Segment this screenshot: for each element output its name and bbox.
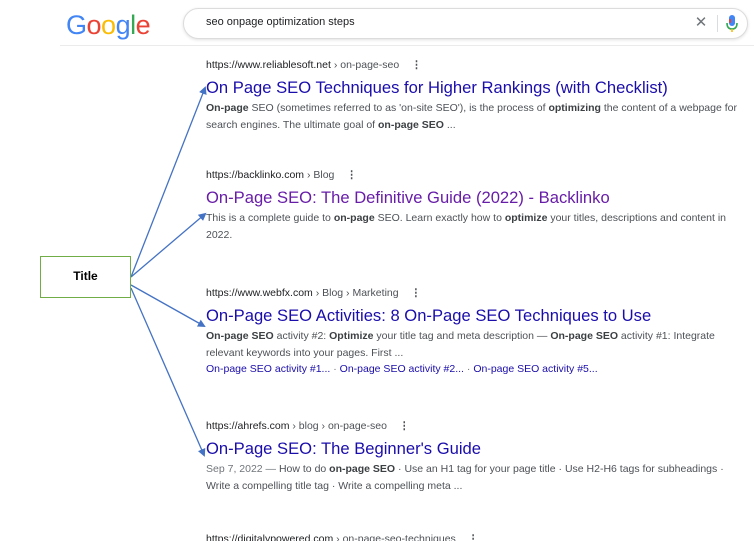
- result-url: https://www.reliablesoft.net: [206, 59, 331, 71]
- more-options-icon[interactable]: ⋮: [411, 57, 422, 73]
- result-snippet: This is a complete guide to on-page SEO.…: [206, 212, 727, 241]
- more-options-icon[interactable]: ⋮: [346, 167, 357, 183]
- result-cite: https://digitalypowered.com › on-page-se…: [206, 531, 746, 541]
- search-result: https://www.reliablesoft.net › on-page-s…: [206, 57, 746, 134]
- annotation-arrow: [130, 287, 206, 457]
- result-url: https://www.webfx.com: [206, 287, 313, 299]
- header-divider: [60, 45, 754, 46]
- search-result: https://backlinko.com › Blog ⋮ On-Page SE…: [206, 167, 746, 244]
- logo-letter: G: [66, 10, 87, 40]
- result-sitelinks: On-page SEO activity #1... · On-page SEO…: [206, 363, 598, 375]
- result-cite: https://www.reliablesoft.net › on-page-s…: [206, 57, 746, 73]
- more-options-icon[interactable]: ⋮: [411, 285, 422, 301]
- result-url: https://digitalypowered.com: [206, 533, 334, 541]
- result-snippet: Sep 7, 2022 — How to do on-page SEO · Us…: [206, 461, 746, 495]
- result-title-link[interactable]: On-Page SEO Activities: 8 On-Page SEO Te…: [206, 305, 746, 327]
- search-input[interactable]: [206, 16, 646, 28]
- sitelink[interactable]: On-page SEO activity #1...: [206, 363, 330, 375]
- result-breadcrumb: › blog › on-page-seo: [289, 420, 387, 432]
- more-options-icon[interactable]: ⋮: [468, 531, 479, 541]
- more-options-icon[interactable]: ⋮: [399, 418, 410, 434]
- logo-letter: e: [135, 10, 151, 40]
- result-url: https://ahrefs.com: [206, 420, 290, 432]
- search-results-page: Google ✕ https://www.reliablesoft.net › …: [0, 0, 754, 541]
- search-box[interactable]: ✕: [183, 8, 748, 39]
- sitelink[interactable]: On-page SEO activity #2...: [340, 363, 464, 375]
- logo-letter: o: [86, 10, 102, 40]
- result-breadcrumb: › Blog › Marketing: [312, 287, 399, 299]
- title-annotation-label: Title: [40, 256, 131, 298]
- result-breadcrumb: › on-page-seo-techniques: [333, 533, 456, 541]
- annotation-arrow: [130, 212, 207, 278]
- result-cite: https://www.webfx.com › Blog › Marketing…: [206, 285, 746, 301]
- result-cite: https://ahrefs.com › blog › on-page-seo ⋮: [206, 418, 746, 434]
- result-snippet: On-page SEO activity #2: Optimize your t…: [206, 330, 715, 359]
- result-breadcrumb: › on-page-seo: [330, 59, 400, 71]
- search-result: https://ahrefs.com › blog › on-page-seo ⋮…: [206, 418, 746, 495]
- search-result: https://digitalypowered.com › on-page-se…: [206, 531, 746, 541]
- search-divider: [717, 15, 718, 32]
- result-breadcrumb: › Blog: [304, 169, 335, 181]
- search-result: https://www.webfx.com › Blog › Marketing…: [206, 285, 746, 377]
- logo-letter: o: [101, 10, 116, 40]
- result-snippet-text: How to do on-page SEO · Use an H1 tag fo…: [206, 463, 724, 492]
- logo-letter: g: [115, 10, 131, 40]
- result-title-link[interactable]: On Page SEO Techniques for Higher Rankin…: [206, 77, 746, 99]
- result-url: https://backlinko.com: [206, 169, 305, 181]
- result-title-link[interactable]: On-Page SEO: The Beginner's Guide: [206, 438, 746, 460]
- result-cite: https://backlinko.com › Blog ⋮: [206, 167, 746, 183]
- result-title-link[interactable]: On-Page SEO: The Definitive Guide (2022)…: [206, 187, 746, 209]
- result-date: Sep 7, 2022 —: [206, 463, 279, 475]
- annotation-arrow: [130, 284, 206, 327]
- result-snippet: On-page SEO (sometimes referred to as 'o…: [206, 102, 737, 131]
- google-logo[interactable]: Google: [66, 10, 151, 41]
- microphone-icon[interactable]: [724, 14, 740, 34]
- annotation-arrow: [130, 86, 207, 278]
- clear-icon[interactable]: ✕: [692, 14, 710, 32]
- sitelink[interactable]: On-page SEO activity #5...: [473, 363, 597, 375]
